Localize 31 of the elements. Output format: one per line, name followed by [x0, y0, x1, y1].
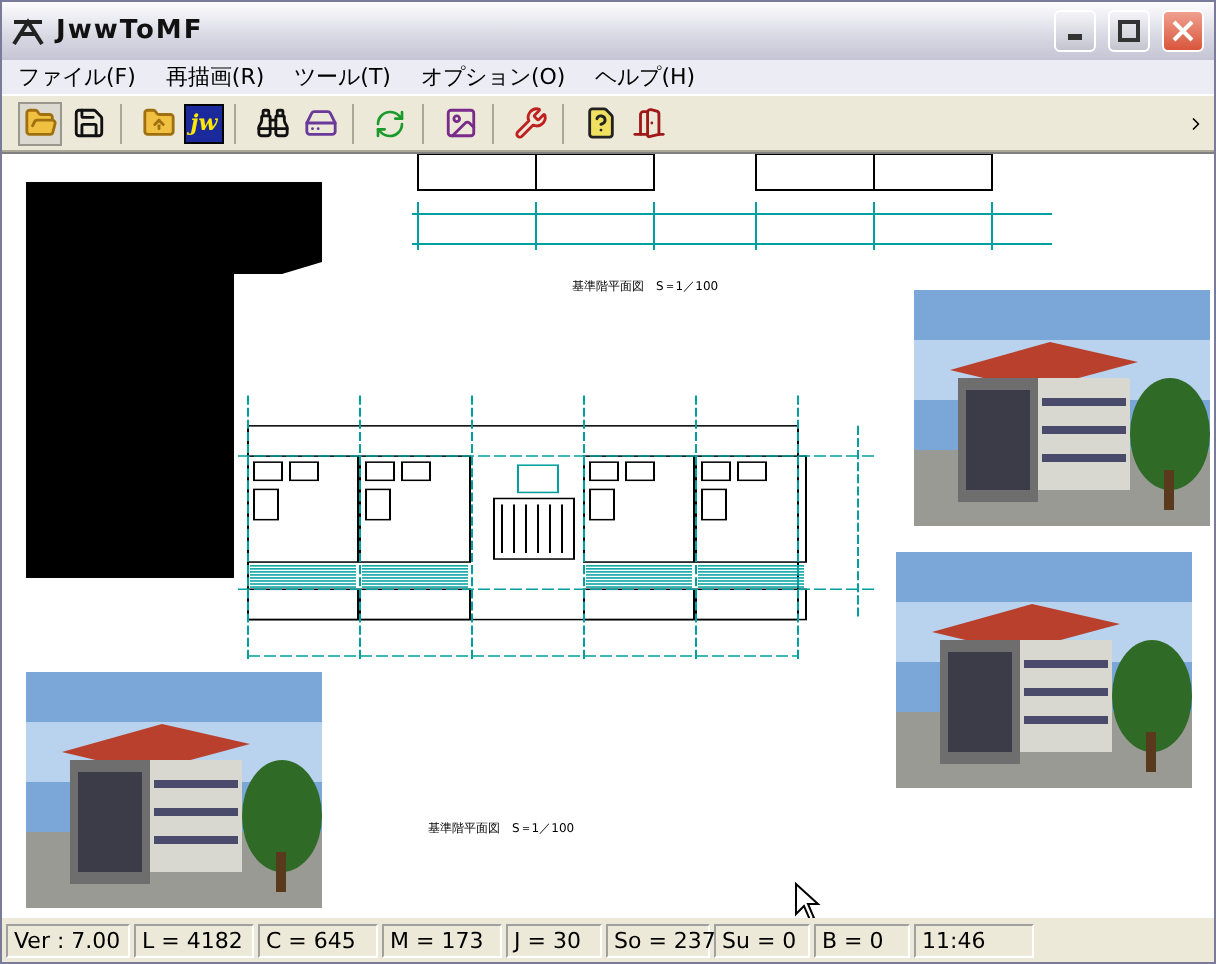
status-field: M = 173: [382, 923, 502, 957]
open-button[interactable]: [18, 101, 62, 145]
close-button[interactable]: [1162, 10, 1204, 52]
close-icon: [1172, 20, 1194, 42]
image-icon: [443, 106, 477, 140]
folder-open-icon: [23, 106, 57, 140]
status-field: C = 645: [258, 923, 378, 957]
menu-item[interactable]: 再描画(R): [153, 62, 283, 92]
status-field: J = 30: [506, 923, 602, 957]
menu-item[interactable]: ツール(T): [282, 62, 409, 92]
maximize-icon: [1118, 20, 1140, 42]
menu-item[interactable]: ファイル(F): [6, 62, 154, 92]
status-field: So = 237: [606, 923, 710, 957]
window-title: JwwToMF: [56, 16, 206, 46]
app-icon: [12, 17, 44, 45]
binoculars-icon: [255, 106, 289, 140]
wrench-icon: [513, 106, 547, 140]
menu-item[interactable]: ヘルプ(H): [583, 62, 714, 92]
status-field: B = 0: [814, 923, 910, 957]
menu-item[interactable]: オプション(O): [408, 62, 584, 92]
folder-icon: [141, 106, 175, 140]
door-icon: [631, 106, 665, 140]
status-field: Ver : 7.00: [6, 923, 130, 957]
maximize-button[interactable]: [1108, 10, 1150, 52]
refresh-icon: [374, 107, 406, 139]
status-field: Su = 0: [714, 923, 810, 957]
minimize-button[interactable]: [1054, 10, 1096, 52]
status-field: L = 4182: [134, 923, 254, 957]
jw-button[interactable]: jw: [184, 103, 224, 143]
help-icon: [583, 106, 617, 140]
status-field: 11:46: [914, 923, 1034, 957]
